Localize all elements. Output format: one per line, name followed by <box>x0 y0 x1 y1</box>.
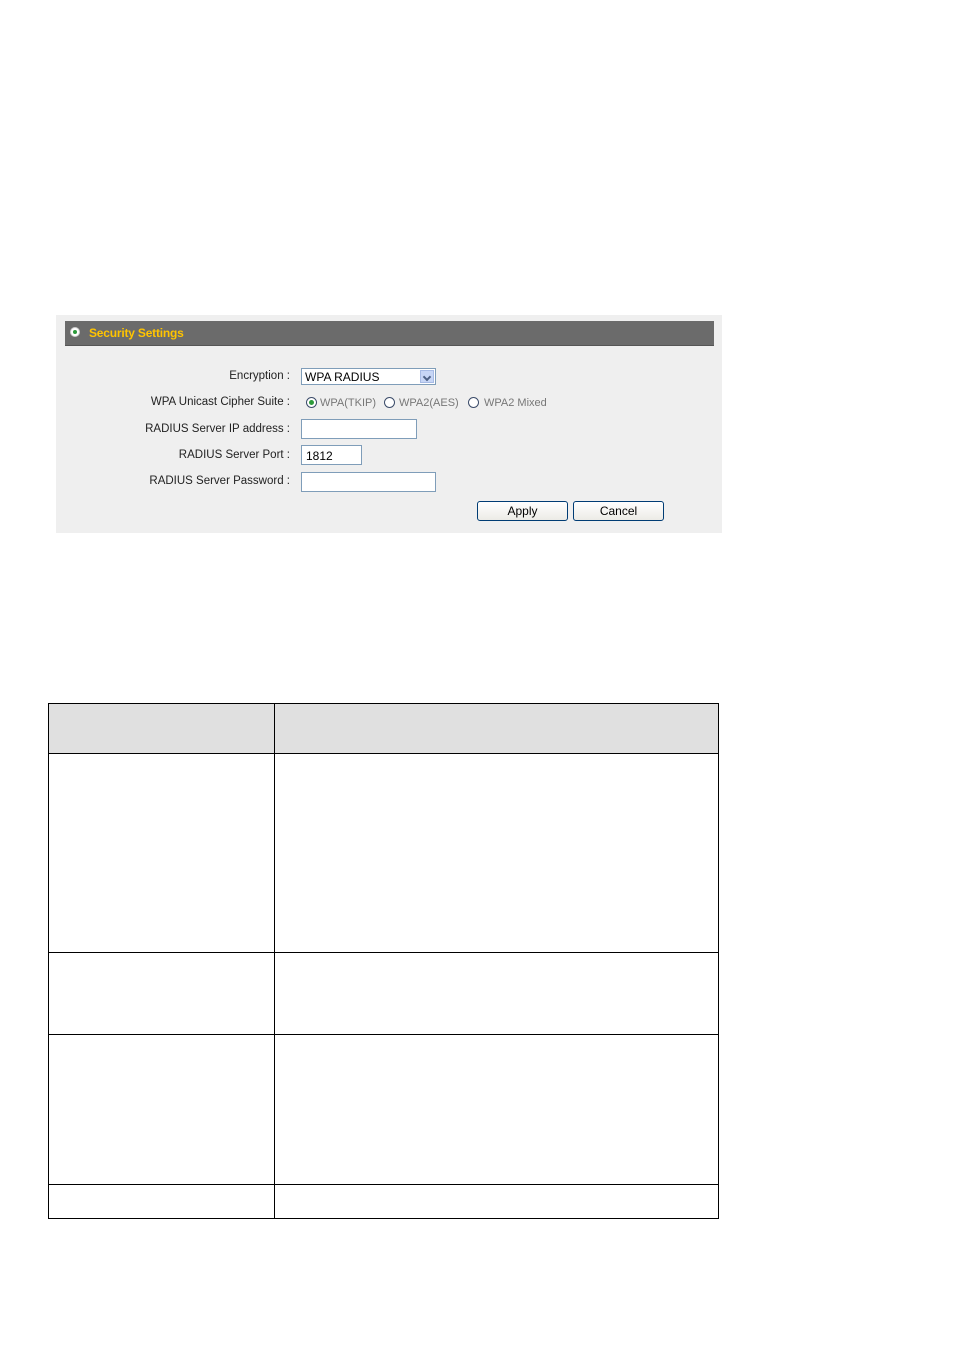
table-cell <box>274 1184 719 1219</box>
table-cell <box>274 753 719 953</box>
bullet-icon <box>70 327 80 337</box>
radius-port-label: RADIUS Server Port : <box>178 449 290 461</box>
radio-wpa-tkip[interactable] <box>306 397 317 408</box>
table-cell <box>48 753 275 953</box>
table-cell <box>48 1184 275 1219</box>
table-header-cell <box>48 703 275 754</box>
table-row <box>48 1184 719 1219</box>
table-header-row <box>48 703 719 754</box>
chevron-down-icon[interactable] <box>420 370 434 383</box>
radius-ip-input[interactable] <box>301 419 417 439</box>
description-table <box>48 703 719 1219</box>
panel-title: Security Settings <box>89 326 184 340</box>
apply-button[interactable]: Apply <box>477 501 568 521</box>
radius-ip-label: RADIUS Server IP address : <box>145 423 290 435</box>
radio-wpa2-mixed[interactable] <box>468 397 479 408</box>
table-cell <box>48 952 275 1035</box>
table-cell <box>48 1034 275 1185</box>
encryption-value: WPA RADIUS <box>305 370 380 384</box>
radio-wpa2-aes[interactable] <box>384 397 395 408</box>
table-cell <box>274 952 719 1035</box>
security-settings-panel: Security Settings Encryption : WPA RADIU… <box>56 315 722 533</box>
table-row <box>48 952 719 1035</box>
table-row <box>48 753 719 953</box>
table-header-cell <box>274 703 719 754</box>
radius-port-input[interactable]: 1812 <box>301 445 362 465</box>
cancel-button[interactable]: Cancel <box>573 501 664 521</box>
panel-header: Security Settings <box>65 321 714 346</box>
encryption-label: Encryption : <box>229 370 290 382</box>
radio-label-wpa-tkip: WPA(TKIP) <box>320 397 377 409</box>
radio-label-wpa2-mixed: WPA2 Mixed <box>484 397 547 409</box>
table-cell <box>274 1034 719 1185</box>
table-row <box>48 1034 719 1185</box>
encryption-select[interactable]: WPA RADIUS <box>301 368 436 385</box>
cipher-suite-label: WPA Unicast Cipher Suite : <box>150 396 290 408</box>
radius-port-value: 1812 <box>306 449 333 463</box>
radius-password-input[interactable] <box>301 472 436 492</box>
radius-password-label: RADIUS Server Password : <box>149 475 290 487</box>
radio-label-wpa2-aes: WPA2(AES) <box>399 397 459 409</box>
